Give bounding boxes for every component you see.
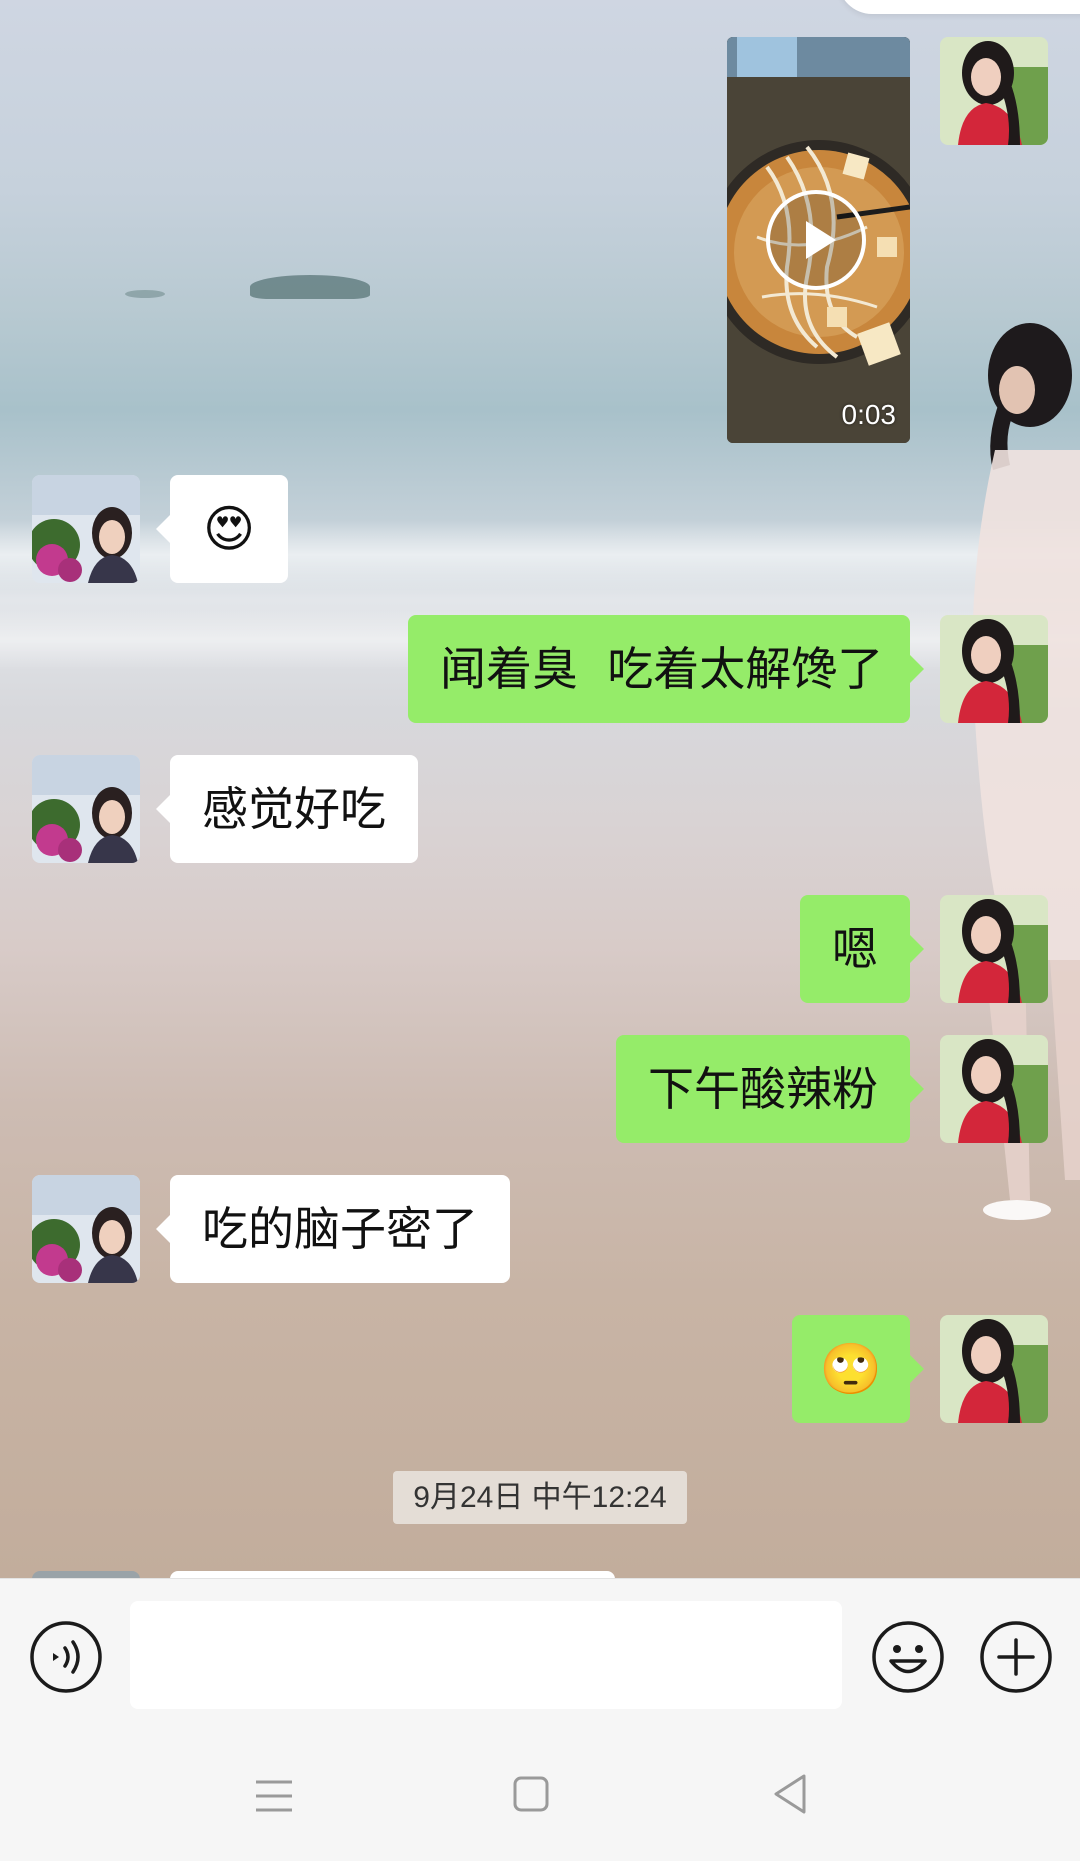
back-icon[interactable] xyxy=(770,1772,810,1816)
message-bubble-sent[interactable]: 🙄 xyxy=(792,1315,924,1423)
message-bubble-partial xyxy=(170,1571,615,1578)
contact-avatar[interactable] xyxy=(32,755,140,863)
message-text: 感觉好吃 xyxy=(202,782,386,836)
menu-icon[interactable] xyxy=(252,1776,296,1816)
self-avatar[interactable] xyxy=(940,37,1048,145)
heart-eyes-emoji: 😍 xyxy=(202,500,256,558)
message-bubble-sent[interactable]: 嗯 xyxy=(800,895,924,1003)
background-island-small xyxy=(125,290,165,298)
self-avatar-image xyxy=(940,1035,1048,1143)
background-island xyxy=(250,275,370,299)
emoji-icon[interactable] xyxy=(871,1620,945,1694)
video-duration: 0:03 xyxy=(841,399,897,430)
self-avatar-image xyxy=(940,895,1048,1003)
voice-icon[interactable] xyxy=(29,1620,103,1694)
message-bubble-received[interactable]: 感觉好吃 xyxy=(156,755,418,863)
contact-avatar-partial xyxy=(32,1571,140,1578)
self-avatar[interactable] xyxy=(940,1035,1048,1143)
self-avatar-image xyxy=(940,615,1048,723)
message-text: 吃的脑子密了 xyxy=(202,1202,478,1256)
self-avatar-image xyxy=(940,37,1048,145)
top-floating-pill xyxy=(838,0,1080,14)
message-timestamp: 9月24日 中午12:24 xyxy=(393,1471,687,1524)
self-avatar[interactable] xyxy=(940,895,1048,1003)
system-nav-bar xyxy=(0,1728,1080,1861)
play-icon[interactable] xyxy=(764,188,868,292)
self-avatar[interactable] xyxy=(940,1315,1048,1423)
message-bubble-received[interactable]: 吃的脑子密了 xyxy=(156,1175,510,1283)
plus-icon[interactable] xyxy=(979,1620,1053,1694)
contact-avatar-image xyxy=(32,475,140,583)
rolling-eyes-emoji: 🙄 xyxy=(819,1340,883,1398)
contact-avatar[interactable] xyxy=(32,475,140,583)
message-text: 下午酸辣粉 xyxy=(648,1062,878,1116)
self-avatar[interactable] xyxy=(940,615,1048,723)
home-icon[interactable] xyxy=(511,1774,551,1814)
message-text: 嗯 xyxy=(832,922,878,976)
message-bubble-sent[interactable]: 下午酸辣粉 xyxy=(616,1035,924,1143)
self-avatar-image xyxy=(940,1315,1048,1423)
message-bubble-received[interactable]: 😍 xyxy=(156,475,288,583)
input-bar xyxy=(0,1578,1080,1729)
message-input[interactable] xyxy=(130,1601,842,1709)
video-message[interactable]: 0:03 xyxy=(727,37,910,443)
chat-area[interactable]: 0:03 😍 闻着臭 吃着太解馋了 感觉好吃 嗯 下午酸辣粉 吃的脑子密了 🙄 … xyxy=(0,0,1080,1578)
message-bubble-sent[interactable]: 闻着臭 吃着太解馋了 xyxy=(408,615,924,723)
contact-avatar-image xyxy=(32,755,140,863)
message-text: 闻着臭 吃着太解馋了 xyxy=(440,642,884,696)
contact-avatar[interactable] xyxy=(32,1175,140,1283)
contact-avatar-image xyxy=(32,1175,140,1283)
